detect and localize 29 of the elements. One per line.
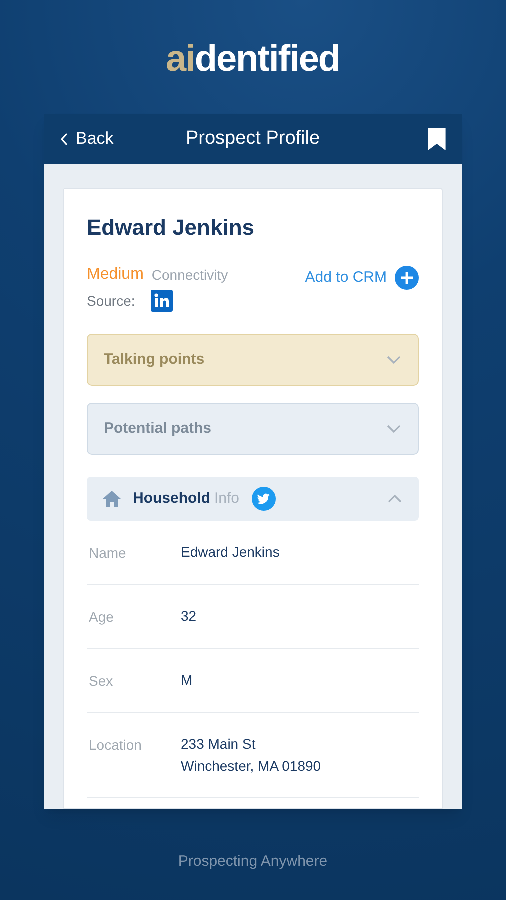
field-value: 233 Main St Winchester, MA 01890 xyxy=(181,735,322,776)
add-to-crm-button[interactable]: Add to CRM xyxy=(305,266,419,290)
section-title: Household xyxy=(133,488,210,509)
linkedin-icon[interactable] xyxy=(151,290,174,312)
field-value: Edward Jenkins xyxy=(181,543,280,562)
connectivity-label: Connectivity xyxy=(152,266,228,285)
field-label: Location xyxy=(89,736,143,755)
field-label: Sex xyxy=(89,672,114,691)
field-label: Age xyxy=(89,608,115,627)
field-value: M xyxy=(181,671,193,690)
prospect-name: Edward Jenkins xyxy=(87,214,256,242)
twitter-icon[interactable] xyxy=(252,487,276,511)
plus-icon xyxy=(395,266,419,290)
back-button[interactable]: Back xyxy=(60,126,114,152)
field-label: Name xyxy=(89,544,128,563)
section-subtitle: Info xyxy=(214,488,240,509)
chevron-icon xyxy=(386,424,402,434)
logo: aidentified xyxy=(166,40,340,77)
home-icon xyxy=(103,491,121,507)
source-label: Source: xyxy=(87,292,136,310)
chevron-icon xyxy=(386,355,402,365)
back-icon xyxy=(60,132,68,146)
field-value: 32 xyxy=(181,607,197,626)
bookmark-icon[interactable] xyxy=(428,128,446,150)
screen-title: Prospect Profile xyxy=(186,126,320,151)
accordion-header[interactable]: Talking points xyxy=(87,334,419,386)
accordion-header[interactable]: Potential paths xyxy=(87,403,419,455)
connectivity-level: Medium xyxy=(87,265,144,285)
tagline: Prospecting Anywhere xyxy=(178,852,328,872)
